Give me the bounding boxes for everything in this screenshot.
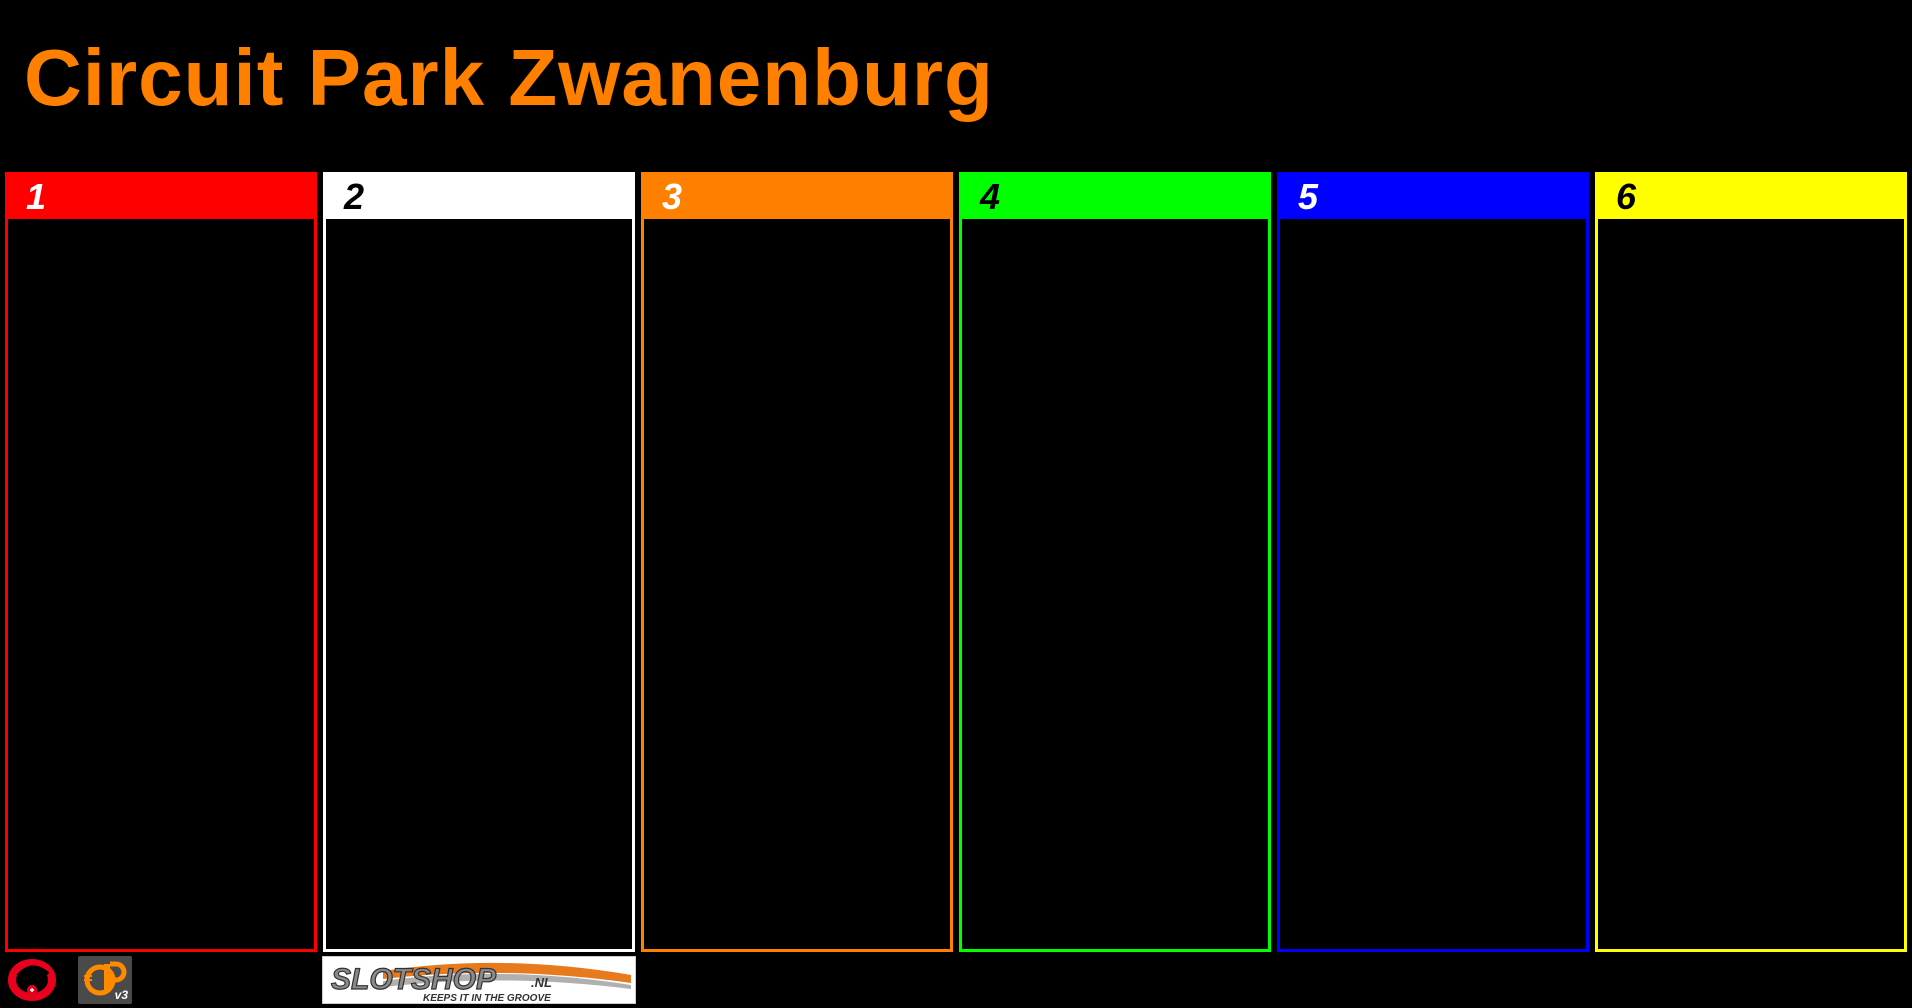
lane-header: 3	[644, 175, 950, 219]
lane-panel-5: 5	[1277, 172, 1589, 952]
lane-number: 2	[344, 176, 365, 217]
lane-panel-6: 6	[1595, 172, 1907, 952]
lane-body	[1280, 219, 1586, 949]
page-title: Circuit Park Zwanenburg	[24, 33, 994, 122]
lane-number: 4	[980, 176, 1001, 217]
app-logo-icon	[8, 956, 60, 1002]
lane-panel-4: 4	[959, 172, 1271, 952]
lane-header: 2	[326, 175, 632, 219]
lanes-container: 1 2 3 4 5 6	[5, 172, 1907, 952]
lane-panel-1: 1	[5, 172, 317, 952]
lane-panel-2: 2	[323, 172, 635, 952]
lane-header: 5	[1280, 175, 1586, 219]
slotshop-logo: SLOTSHOP .NL KEEPS IT IN THE GROOVE	[322, 956, 636, 1004]
lane-header: 6	[1598, 175, 1904, 219]
v3-logo-icon: v3	[78, 956, 132, 1004]
lane-number: 5	[1298, 176, 1319, 217]
svg-text:.NL: .NL	[531, 975, 552, 990]
lane-body	[1598, 219, 1904, 949]
lane-header: 4	[962, 175, 1268, 219]
svg-text:SLOTSHOP: SLOTSHOP	[331, 963, 497, 996]
lane-header: 1	[8, 175, 314, 219]
v3-logo-text: v3	[114, 988, 128, 1002]
lane-number: 6	[1616, 176, 1637, 217]
lane-body	[644, 219, 950, 949]
lane-body	[8, 219, 314, 949]
lane-body	[962, 219, 1268, 949]
svg-text:KEEPS IT IN THE GROOVE: KEEPS IT IN THE GROOVE	[423, 993, 551, 1004]
lane-panel-3: 3	[641, 172, 953, 952]
lane-number: 1	[26, 176, 47, 217]
lane-body	[326, 219, 632, 949]
lane-number: 3	[662, 176, 683, 217]
